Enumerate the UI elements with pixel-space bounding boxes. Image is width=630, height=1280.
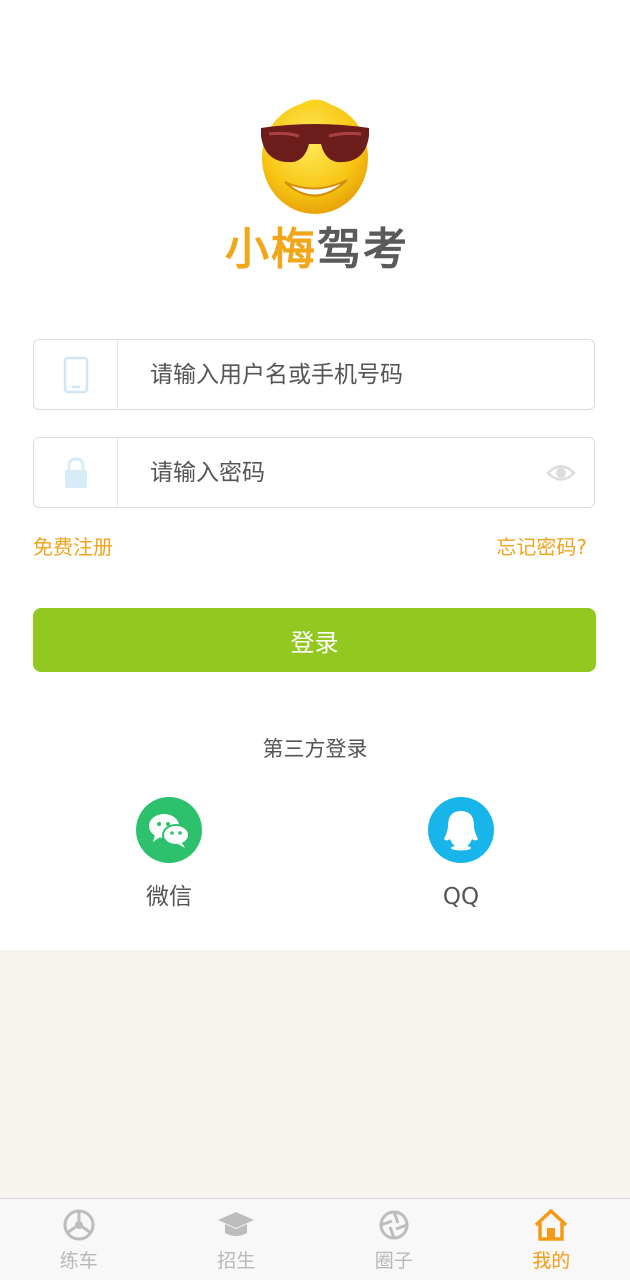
qq-login[interactable]: QQ xyxy=(401,797,521,913)
empty-area xyxy=(0,950,630,1198)
shutter-icon xyxy=(379,1210,409,1240)
tab-enroll[interactable]: 招生 xyxy=(158,1199,316,1280)
tab-practice-icon-wrap xyxy=(59,1205,99,1245)
qq-icon xyxy=(444,811,478,851)
tab-practice[interactable]: 练车 xyxy=(0,1199,158,1280)
username-icon-box xyxy=(34,340,118,409)
tab-circle[interactable]: 圈子 xyxy=(315,1199,473,1280)
register-link[interactable]: 免费注册 xyxy=(33,532,113,562)
phone-icon xyxy=(63,356,88,393)
password-field[interactable] xyxy=(33,437,595,508)
wechat-login[interactable]: 微信 xyxy=(109,797,229,913)
brand-name-part2: 驾考 xyxy=(317,224,409,275)
wechat-button[interactable] xyxy=(136,797,202,863)
steering-wheel-icon xyxy=(63,1209,95,1241)
bottom-tab-bar: 练车 招生 圈子 我的 xyxy=(0,1198,630,1280)
tab-mine-label: 我的 xyxy=(532,1250,571,1272)
password-icon-box xyxy=(34,438,118,507)
mascot-logo-icon xyxy=(261,99,369,214)
tab-circle-icon-wrap xyxy=(374,1205,414,1245)
qq-button[interactable] xyxy=(428,797,494,863)
wechat-icon xyxy=(149,814,190,848)
login-page: 小梅驾考 免费注册 忘记密码? 登录 第三方登录 xyxy=(0,0,630,950)
third-party-login-title: 第三方登录 xyxy=(262,737,368,761)
tab-practice-label: 练车 xyxy=(59,1250,98,1272)
brand-name: 小梅驾考 xyxy=(225,220,407,280)
tab-enroll-icon-wrap xyxy=(216,1205,256,1245)
login-button[interactable]: 登录 xyxy=(33,608,596,672)
wechat-label: 微信 xyxy=(146,884,192,910)
app-logo: 小梅驾考 xyxy=(225,92,407,282)
tab-circle-label: 圈子 xyxy=(374,1250,413,1272)
tab-enroll-label: 招生 xyxy=(217,1250,256,1272)
brand-name-part1: 小梅 xyxy=(225,224,317,275)
username-field[interactable] xyxy=(33,339,595,410)
password-input[interactable] xyxy=(150,438,550,507)
lock-icon xyxy=(64,456,87,488)
qq-label: QQ xyxy=(442,884,480,910)
username-input[interactable] xyxy=(150,340,550,409)
forgot-password-link[interactable]: 忘记密码? xyxy=(496,532,587,562)
eye-icon[interactable] xyxy=(546,460,576,486)
tab-mine[interactable]: 我的 xyxy=(473,1199,630,1280)
graduation-cap-icon xyxy=(218,1212,255,1236)
tab-mine-icon-wrap xyxy=(531,1205,571,1245)
home-icon xyxy=(535,1209,568,1241)
